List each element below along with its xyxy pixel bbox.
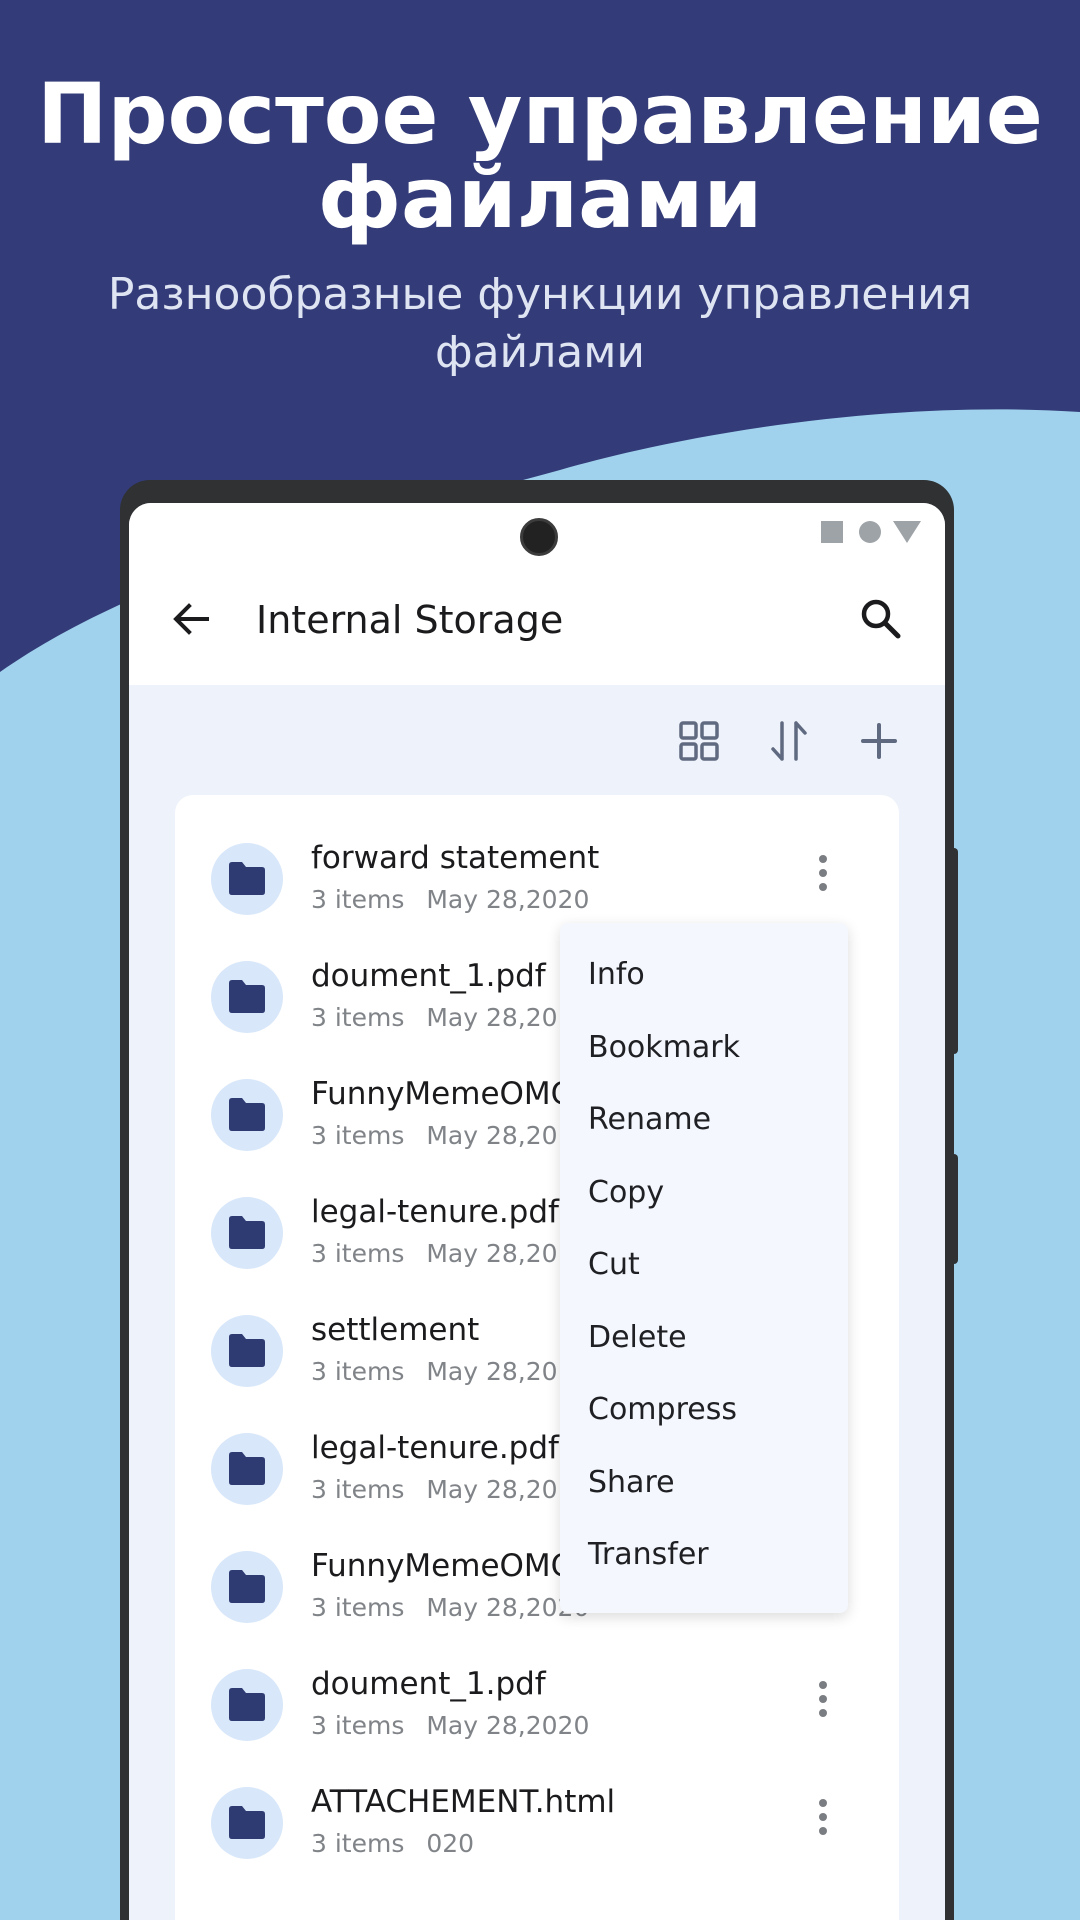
folder-icon — [211, 1197, 283, 1269]
file-meta: 3 items May 28,2020 — [311, 1711, 589, 1741]
file-row[interactable]: ATTACHEMENT.html 3 items 020 — [175, 1759, 899, 1877]
file-item-count: 3 items — [311, 1711, 405, 1740]
file-name: ATTACHEMENT.html — [311, 1784, 616, 1820]
grid-view-icon[interactable] — [675, 717, 723, 765]
recents-status-icon — [821, 521, 843, 543]
app-bar: Internal Storage — [129, 503, 945, 685]
phone-side-button-power — [950, 848, 958, 1054]
file-name: legal-tenure.pdf — [311, 1194, 559, 1230]
file-date: May 28,20 — [426, 1003, 558, 1032]
folder-icon — [211, 961, 283, 1033]
headline: Простое управление файлами — [0, 72, 1080, 240]
menu-item-delete[interactable]: Delete — [560, 1302, 848, 1374]
status-bar-icons — [821, 519, 931, 543]
file-meta: 3 items May 28,20 — [311, 1121, 558, 1151]
folder-icon — [211, 1315, 283, 1387]
arrow-left-icon[interactable] — [167, 595, 215, 643]
menu-item-compress[interactable]: Compress — [560, 1374, 848, 1446]
subheadline-line-1: Разнообразные функции управления — [107, 269, 973, 320]
context-menu: Info Bookmark Rename Copy Cut Delete Compress S… — [560, 923, 848, 1613]
phone-screen: Internal Storage forward statement 3 ite… — [129, 503, 945, 1920]
menu-item-cut[interactable]: Cut — [560, 1229, 848, 1301]
menu-item-copy[interactable]: Copy — [560, 1157, 848, 1229]
file-item-count: 3 items — [311, 1829, 405, 1858]
camera-cutout — [520, 518, 558, 556]
file-item-count: 3 items — [311, 1475, 405, 1504]
more-vert-icon[interactable] — [813, 855, 833, 899]
file-meta: 3 items May 28,20 — [311, 1357, 558, 1387]
add-icon[interactable] — [855, 717, 903, 765]
file-meta: 3 items May 28,2020 — [311, 1593, 589, 1623]
file-name: doument_1.pdf — [311, 958, 546, 994]
menu-item-transfer[interactable]: Transfer — [560, 1519, 848, 1591]
page-title: Internal Storage — [256, 598, 564, 642]
file-date: May 28,2020 — [426, 1711, 590, 1740]
menu-item-share[interactable]: Share — [560, 1447, 848, 1519]
sort-icon[interactable] — [765, 717, 813, 765]
subheadline: Разнообразные функции управления файлами — [0, 266, 1080, 382]
headline-line-1: Простое управление — [37, 65, 1043, 163]
file-date: May 28,20 — [426, 1357, 558, 1386]
folder-icon — [211, 843, 283, 915]
menu-item-bookmark[interactable]: Bookmark — [560, 1012, 848, 1084]
file-item-count: 3 items — [311, 1593, 405, 1622]
promo-page: Простое управление файлами Разнообразные… — [0, 0, 1080, 1920]
folder-icon — [211, 1433, 283, 1505]
file-item-count: 3 items — [311, 1003, 405, 1032]
file-item-count: 3 items — [311, 1239, 405, 1268]
file-name: doument_1.pdf — [311, 1666, 546, 1702]
file-date: May 28,20 — [426, 1475, 558, 1504]
back-status-icon — [893, 521, 921, 543]
file-item-count: 3 items — [311, 1121, 405, 1150]
menu-item-rename[interactable]: Rename — [560, 1084, 848, 1156]
file-meta: 3 items May 28,2020 — [311, 885, 589, 915]
file-date: May 28,20 — [426, 1239, 558, 1268]
file-name: legal-tenure.pdf — [311, 1430, 559, 1466]
more-vert-icon[interactable] — [813, 1799, 833, 1843]
folder-icon — [211, 1787, 283, 1859]
file-meta: 3 items 020 — [311, 1829, 474, 1859]
file-name: settlement — [311, 1312, 480, 1348]
headline-line-2: файлами — [317, 149, 763, 247]
folder-icon — [211, 1551, 283, 1623]
file-item-count: 3 items — [311, 885, 405, 914]
file-meta: 3 items May 28,20 — [311, 1475, 558, 1505]
subheadline-line-2: файлами — [434, 327, 646, 378]
folder-icon — [211, 1079, 283, 1151]
file-row[interactable]: doument_1.pdf 3 items May 28,2020 — [175, 1641, 899, 1759]
search-icon[interactable] — [857, 595, 905, 643]
file-date: 020 — [426, 1829, 475, 1858]
file-name: forward statement — [311, 840, 600, 876]
file-date: May 28,20 — [426, 1121, 558, 1150]
file-date: May 28,2020 — [426, 885, 590, 914]
menu-item-info[interactable]: Info — [560, 939, 848, 1011]
phone-side-button-volume — [950, 1154, 958, 1264]
file-meta: 3 items May 28,20 — [311, 1239, 558, 1269]
file-name: FunnyMemeOMG — [311, 1548, 575, 1584]
home-status-icon — [859, 521, 881, 543]
file-name: FunnyMemeOMG — [311, 1076, 575, 1112]
more-vert-icon[interactable] — [813, 1681, 833, 1725]
file-row[interactable]: forward statement 3 items May 28,2020 — [175, 815, 899, 933]
file-item-count: 3 items — [311, 1357, 405, 1386]
file-meta: 3 items May 28,20 — [311, 1003, 558, 1033]
folder-icon — [211, 1669, 283, 1741]
